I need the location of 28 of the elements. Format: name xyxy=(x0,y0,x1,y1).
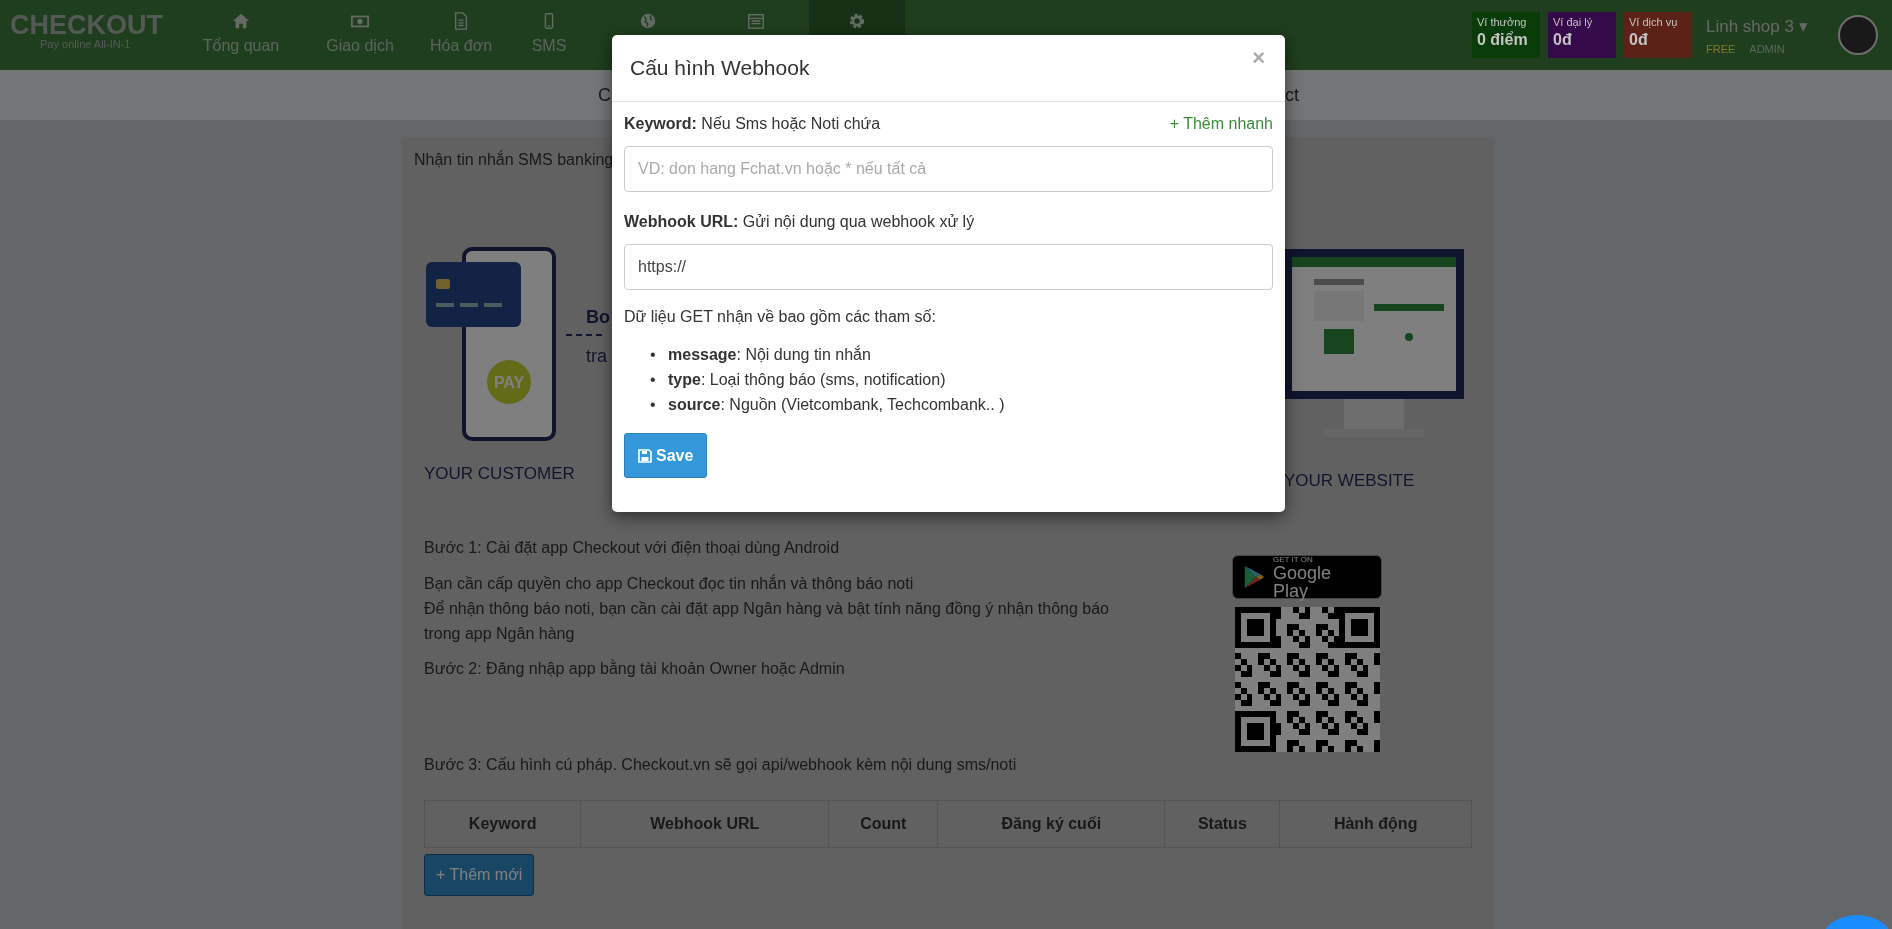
role-label: ADMIN xyxy=(1749,42,1785,55)
illustration-text: tra xyxy=(586,346,607,367)
column-header: Keyword xyxy=(424,800,581,848)
note-text: Để nhận thông báo noti, bạn cần cài đặt app Ngân hàng và bật tính năng đồng ý nhận thông báo trong app Ngân hàng xyxy=(424,599,1110,644)
step-text: Bước 2: Đăng nhập app bằng tài khoản Owner hoặc Admin xyxy=(424,660,846,678)
illustration-text: Bo xyxy=(586,307,610,328)
dialog-title: Cấu hình Webhook xyxy=(630,56,810,80)
list-bullet: • xyxy=(650,345,657,365)
list-bullet: • xyxy=(650,370,657,390)
step-text: Bước 1: Cài đặt app Checkout với điện thoại dùng Android xyxy=(424,539,841,557)
column-header: Webhook URL xyxy=(580,800,829,848)
step-text: Bước 3: Cấu hình cú pháp. Checkout.vn sẽ gọi api/webhook kèm nội dung sms/noti xyxy=(424,756,1018,774)
column-header: Count xyxy=(828,800,938,848)
customer-caption: YOUR CUSTOMER xyxy=(424,464,575,484)
param-item: type: Loại thông báo (sms, notification) xyxy=(668,371,946,388)
url-label: Webhook URL: Gửi nội dung qua webhook xử lý xyxy=(624,213,975,231)
website-caption: YOUR WEBSITE xyxy=(1284,471,1415,491)
note-text: Bạn cần cấp quyền cho app Checkout đọc tin nhắn và thông báo noti xyxy=(424,573,915,594)
intro-text: Nhận tin nhắn SMS banking xyxy=(414,151,614,169)
column-header: Status xyxy=(1164,800,1280,848)
plan-label: FREE xyxy=(1706,42,1736,55)
column-header: Đăng ký cuối xyxy=(937,800,1165,848)
column-header: Hành động xyxy=(1279,800,1472,848)
param-item: message: Nội dung tin nhắn xyxy=(668,346,871,363)
list-bullet: • xyxy=(650,395,657,415)
params-intro: Dữ liệu GET nhận về bao gồm các tham số: xyxy=(624,308,937,326)
keyword-label: Keyword: Nếu Sms hoặc Noti chứa xyxy=(624,115,881,133)
param-item: source: Nguồn (Vietcombank, Techcombank.. ) xyxy=(668,396,1005,413)
